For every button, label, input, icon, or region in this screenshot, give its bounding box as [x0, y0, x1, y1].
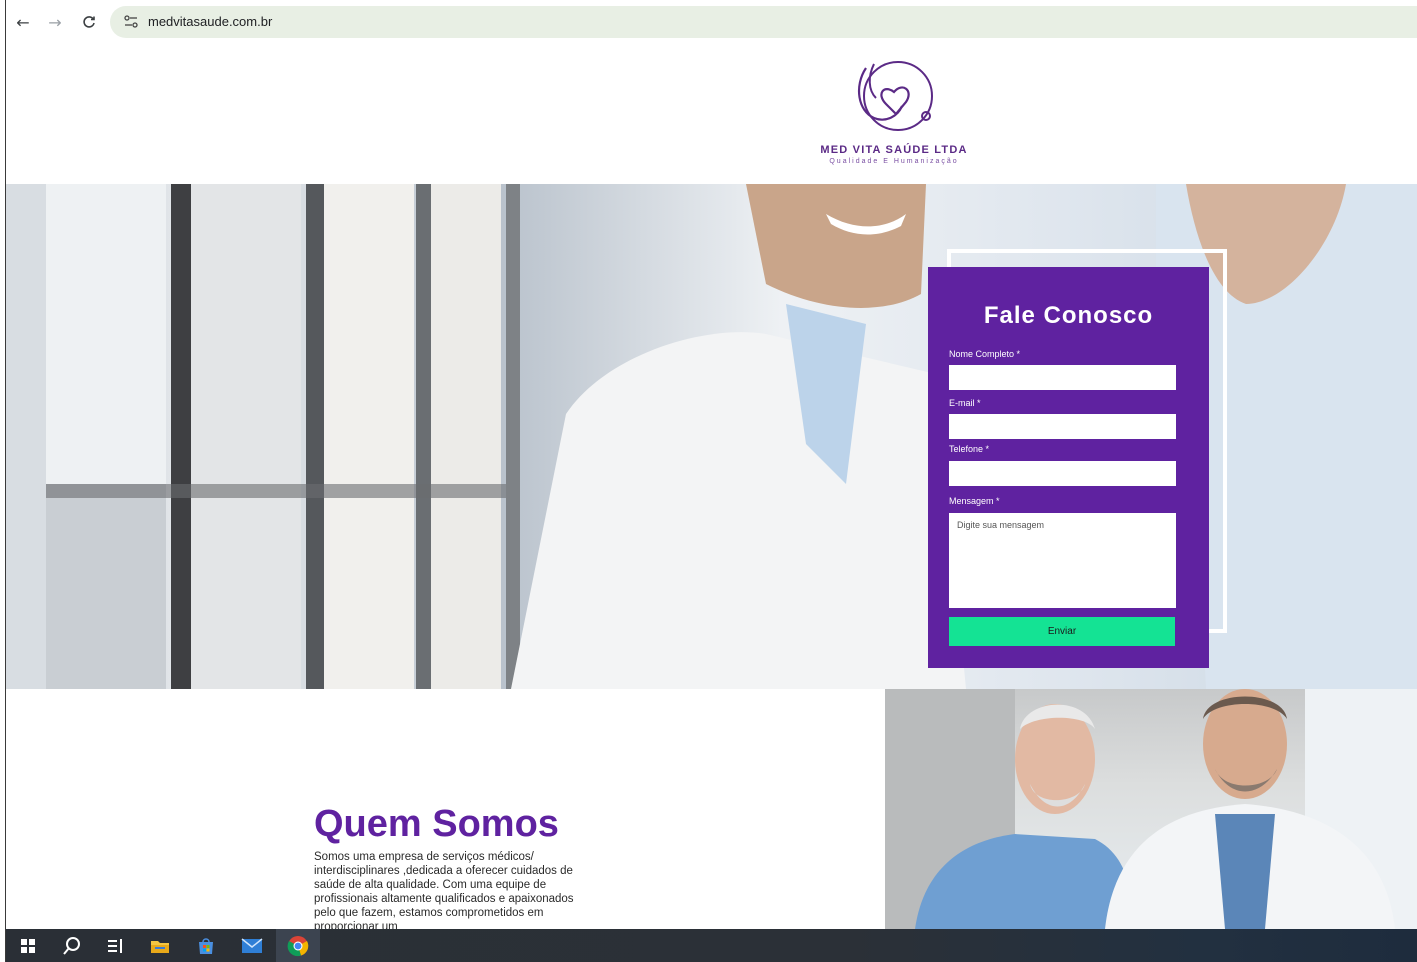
email-label: E-mail * — [949, 398, 981, 408]
name-input[interactable] — [949, 365, 1176, 390]
search-icon[interactable] — [50, 929, 94, 962]
name-label: Nome Completo * — [949, 349, 1021, 359]
hero-banner: Fale Conosco Nome Completo * E-mail * Te… — [6, 184, 1417, 689]
site-header: MED VITA SAÚDE LTDA Qualidade E Humaniza… — [6, 44, 1417, 184]
forward-arrow-icon[interactable]: → — [44, 11, 66, 33]
message-placeholder: Digite sua mensagem — [957, 520, 1045, 530]
message-label: Mensagem * — [949, 496, 1000, 506]
back-arrow-icon[interactable]: ← — [12, 11, 34, 33]
about-title: Quem Somos — [314, 803, 559, 845]
phone-input[interactable] — [949, 461, 1176, 486]
email-input[interactable] — [949, 414, 1176, 439]
mail-icon[interactable] — [230, 929, 274, 962]
about-text: Somos uma empresa de serviços médicos/ i… — [314, 851, 574, 933]
team-photo — [885, 689, 1417, 929]
address-bar[interactable]: medvitasaude.com.br — [110, 6, 1417, 38]
url-text[interactable]: medvitasaude.com.br — [148, 14, 272, 29]
stethoscope-heart-logo-icon[interactable] — [846, 56, 942, 140]
logo-tagline: Qualidade E Humanização — [829, 158, 959, 165]
submit-button[interactable]: Enviar — [949, 617, 1175, 646]
contact-form: Fale Conosco Nome Completo * E-mail * Te… — [928, 267, 1209, 668]
reload-icon[interactable] — [78, 11, 100, 33]
file-explorer-icon[interactable] — [138, 929, 182, 962]
microsoft-store-icon[interactable] — [184, 929, 228, 962]
logo-title: MED VITA SAÚDE LTDA — [820, 144, 968, 156]
windows-taskbar — [6, 929, 1417, 962]
task-view-icon[interactable] — [94, 929, 138, 962]
windows-start-icon[interactable] — [6, 929, 50, 962]
phone-label: Telefone * — [949, 444, 990, 454]
browser-toolbar: ← → medvitasaude.com.br — [6, 0, 1417, 44]
form-title: Fale Conosco — [983, 302, 1154, 329]
message-textarea[interactable]: Digite sua mensagem — [949, 513, 1176, 608]
chrome-icon[interactable] — [276, 929, 320, 962]
site-info-icon[interactable] — [122, 14, 140, 30]
about-section: Quem Somos Somos uma empresa de serviços… — [6, 689, 885, 933]
